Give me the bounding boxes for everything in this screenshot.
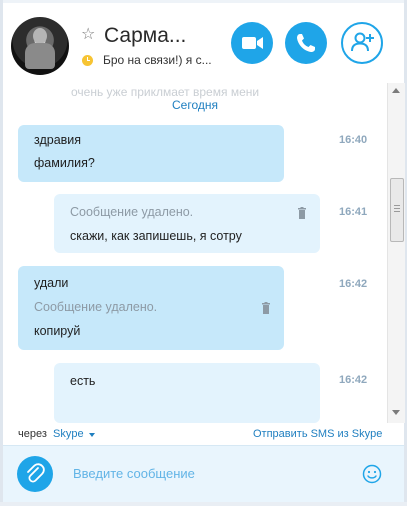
send-via-selector[interactable]: Skype xyxy=(53,428,84,440)
message-text: здравия xyxy=(34,133,82,147)
chat-scrollbar[interactable] xyxy=(387,83,405,423)
scrollbar-thumb[interactable] xyxy=(390,178,404,242)
thumb-grip xyxy=(394,205,400,206)
message-input[interactable] xyxy=(69,462,347,484)
star-outline-icon[interactable]: ☆ xyxy=(81,27,97,43)
chevron-down-icon[interactable] xyxy=(89,433,95,437)
message-text: есть xyxy=(70,374,96,388)
away-clock-icon xyxy=(82,55,93,66)
thumb-grip xyxy=(394,211,400,212)
trash-icon[interactable] xyxy=(261,302,271,314)
message-timestamp: 16:42 xyxy=(339,374,368,386)
send-sms-link[interactable]: Отправить SMS из Skype xyxy=(253,428,382,440)
message-text: копируй xyxy=(34,324,81,338)
thumb-grip xyxy=(394,208,400,209)
phone-icon xyxy=(297,34,315,52)
scroll-down-arrow-icon[interactable] xyxy=(392,410,400,415)
contact-name[interactable]: Сарма... xyxy=(104,24,186,48)
message-history[interactable]: очень уже приклмает время мени Сегодня з… xyxy=(3,83,387,423)
date-divider: Сегодня xyxy=(172,98,218,112)
message-composer xyxy=(3,445,404,503)
partial-previous-message: очень уже приклмает время мени xyxy=(71,85,260,99)
message-timestamp: 16:42 xyxy=(339,278,368,290)
paperclip-icon xyxy=(27,463,45,483)
attach-button[interactable] xyxy=(17,456,53,492)
message-timestamp: 16:40 xyxy=(339,134,368,146)
deleted-message-notice: Сообщение удалено. xyxy=(34,300,158,314)
window-frame-bottom xyxy=(0,502,407,506)
add-people-button[interactable] xyxy=(341,22,383,64)
video-call-button[interactable] xyxy=(231,22,273,64)
message-bubble-outgoing[interactable]: Сообщение удалено. скажи, как запишешь, … xyxy=(54,194,320,253)
mood-message: Бро на связи!) я с... xyxy=(103,53,212,67)
trash-icon[interactable] xyxy=(297,207,307,219)
message-bubble-incoming[interactable]: удали Сообщение удалено. копируй xyxy=(18,266,284,350)
avatar-head xyxy=(33,28,47,44)
contact-avatar[interactable] xyxy=(11,17,69,75)
audio-call-button[interactable] xyxy=(285,22,327,64)
add-person-icon xyxy=(351,32,374,52)
message-bubble-outgoing[interactable]: есть xyxy=(54,363,320,423)
deleted-message-notice: Сообщение удалено. xyxy=(70,205,194,219)
message-bubble-incoming[interactable]: здравия фамилия? xyxy=(18,125,284,182)
message-timestamp: 16:41 xyxy=(339,206,368,218)
message-text: удали xyxy=(34,276,69,290)
avatar-torso xyxy=(25,43,55,69)
scroll-up-arrow-icon[interactable] xyxy=(392,88,400,93)
message-text: фамилия? xyxy=(34,156,95,170)
conversation-header: ☆ Сарма... Бро на связи!) я с... xyxy=(3,3,404,83)
smiley-icon[interactable] xyxy=(361,463,383,485)
send-via-label: через xyxy=(18,428,47,440)
video-camera-icon xyxy=(242,37,263,49)
message-text: скажи, как запишешь, я сотру xyxy=(70,229,242,243)
send-via-bar: через Skype Отправить SMS из Skype xyxy=(3,423,404,445)
